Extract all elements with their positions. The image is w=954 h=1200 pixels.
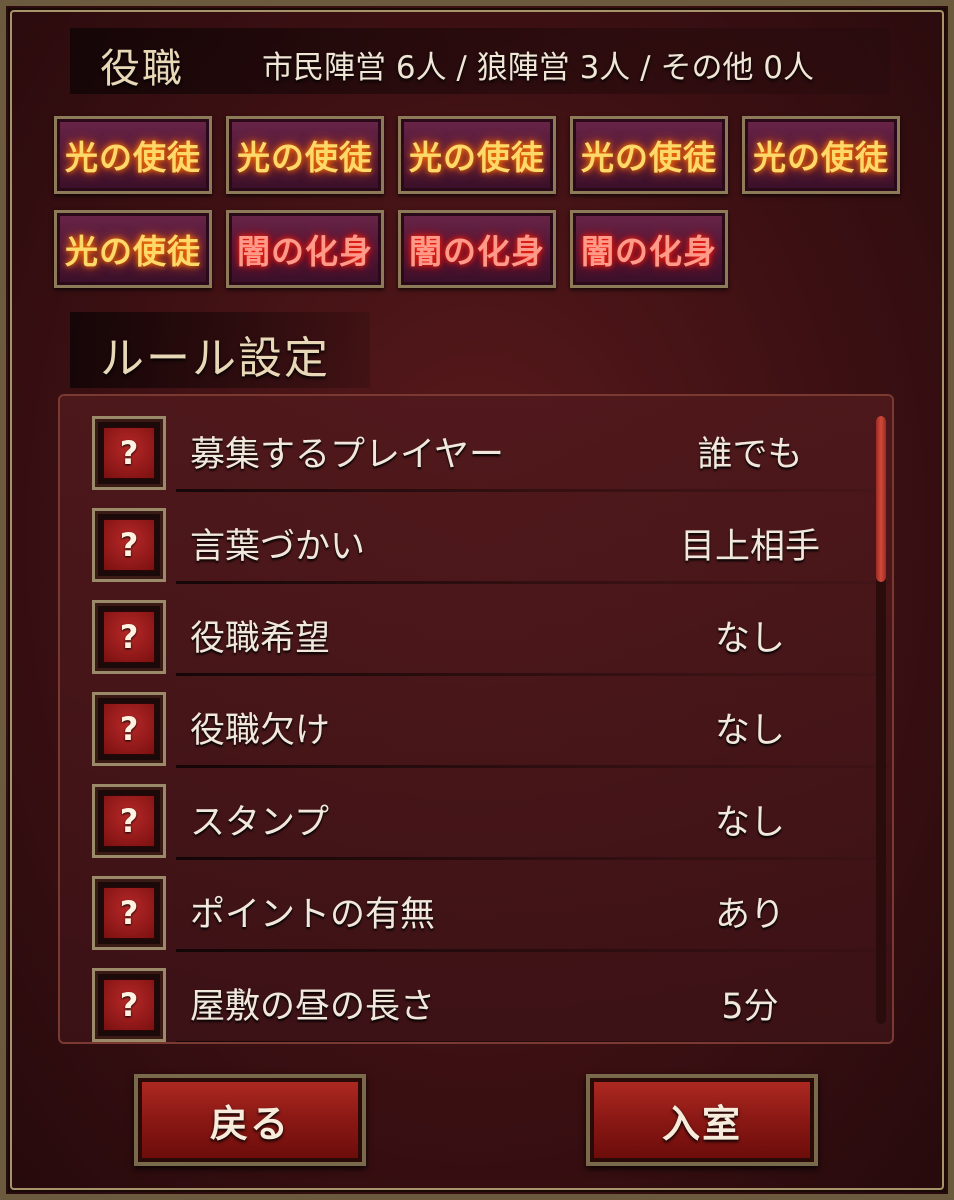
role-chip[interactable]: 光の使徒 [54, 116, 212, 194]
help-button[interactable]: ? [92, 600, 166, 674]
role-chip[interactable]: 光の使徒 [54, 210, 212, 288]
roles-title: 役職 [100, 46, 184, 92]
rule-row-stamp: ? スタンプ なし [90, 774, 890, 860]
help-button[interactable]: ? [92, 968, 166, 1042]
row-divider [176, 581, 890, 584]
role-chip[interactable]: 光の使徒 [398, 116, 556, 194]
rules-scrollbar[interactable] [876, 416, 886, 1024]
row-divider [176, 857, 890, 860]
rule-name: ポイントの有無 [190, 895, 436, 935]
row-divider [176, 673, 890, 676]
rule-value: なし [714, 619, 785, 659]
question-icon: ? [103, 979, 155, 1031]
role-chip[interactable]: 光の使徒 [742, 116, 900, 194]
help-button[interactable]: ? [92, 784, 166, 858]
row-divider [176, 489, 890, 492]
rule-row-points: ? ポイントの有無 あり [90, 866, 890, 952]
question-icon: ? [103, 795, 155, 847]
rule-name: 役職欠け [190, 711, 331, 751]
rule-value: なし [714, 803, 785, 843]
role-chip[interactable]: 闇の化身 [398, 210, 556, 288]
rules-title: ルール設定 [100, 333, 330, 384]
role-chip[interactable]: 光の使徒 [226, 116, 384, 194]
rule-name: 言葉づかい [190, 527, 366, 567]
rule-value: あり [714, 895, 785, 935]
row-divider [176, 765, 890, 768]
question-icon: ? [103, 611, 155, 663]
faction-summary: 市民陣営 6人 / 狼陣営 3人 / その他 0人 [262, 50, 815, 86]
rule-row-recruit: ? 募集するプレイヤー 誰でも [90, 406, 890, 492]
rule-name: 役職希望 [190, 619, 331, 659]
help-button[interactable]: ? [92, 876, 166, 950]
enter-room-button[interactable]: 入室 [586, 1074, 818, 1166]
question-icon: ? [103, 703, 155, 755]
help-button[interactable]: ? [92, 416, 166, 490]
question-icon: ? [103, 427, 155, 479]
rule-row-day-length: ? 屋敷の昼の長さ 5分 [90, 958, 890, 1042]
rules-list[interactable]: ? 募集するプレイヤー 誰でも ? 言葉づかい 目上相手 ? 役職希望 なし ?… [58, 394, 894, 1044]
role-chip[interactable]: 光の使徒 [570, 116, 728, 194]
rule-row-speech: ? 言葉づかい 目上相手 [90, 498, 890, 584]
help-button[interactable]: ? [92, 692, 166, 766]
rule-name: 募集するプレイヤー [190, 435, 504, 475]
row-divider [176, 1041, 890, 1042]
rule-name: スタンプ [190, 803, 329, 843]
rule-value: 目上相手 [679, 527, 820, 567]
rule-value: なし [714, 711, 785, 751]
rule-row-role-request: ? 役職希望 なし [90, 590, 890, 676]
back-button[interactable]: 戻る [134, 1074, 366, 1166]
rule-row-role-missing: ? 役職欠け なし [90, 682, 890, 768]
question-icon: ? [103, 519, 155, 571]
scroll-thumb[interactable] [876, 416, 886, 582]
question-icon: ? [103, 887, 155, 939]
role-chip[interactable]: 闇の化身 [226, 210, 384, 288]
rule-name: 屋敷の昼の長さ [190, 987, 436, 1027]
help-button[interactable]: ? [92, 508, 166, 582]
role-chip[interactable]: 闇の化身 [570, 210, 728, 288]
rule-value: 5分 [721, 987, 779, 1027]
row-divider [176, 949, 890, 952]
rule-value: 誰でも [697, 435, 803, 475]
